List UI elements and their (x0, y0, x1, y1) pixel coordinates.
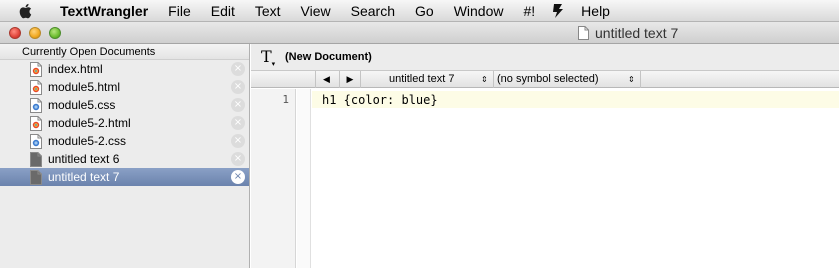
document-list-item[interactable]: module5.html × (0, 78, 249, 96)
close-document-icon[interactable]: × (231, 80, 245, 94)
document-list-item[interactable]: module5.css × (0, 96, 249, 114)
menu-help[interactable]: Help (571, 0, 620, 22)
menu-file[interactable]: File (158, 0, 201, 22)
symbol-popup-menu[interactable]: (no symbol selected) (497, 71, 599, 88)
close-document-icon[interactable]: × (231, 134, 245, 148)
document-name-label: module5-2.css (48, 134, 127, 148)
symbol-popup-arrows-icon[interactable]: ⇕ (628, 71, 635, 88)
menu-search[interactable]: Search (341, 0, 405, 22)
html-file-icon (30, 61, 42, 77)
apple-menu-icon[interactable] (18, 3, 46, 19)
css-file-icon (30, 97, 42, 113)
html-file-icon (30, 115, 42, 131)
app-menu[interactable]: TextWrangler (46, 0, 158, 22)
nav-forward-button[interactable]: ▶ (339, 71, 361, 88)
nav-divider (493, 71, 494, 88)
window-title-text: untitled text 7 (595, 25, 679, 41)
menu-shebang[interactable]: #! (513, 0, 545, 22)
navigation-bar: ◀ ▶ untitled text 7 ⇕ (no symbol selecte… (251, 71, 839, 88)
document-name-label: untitled text 7 (48, 170, 120, 184)
window-zoom-button[interactable] (49, 27, 61, 39)
document-name-label: untitled text 6 (48, 152, 120, 166)
document-name: (New Document) (285, 51, 372, 63)
menu-edit[interactable]: Edit (201, 0, 245, 22)
nav-divider (640, 71, 641, 88)
line-number-gutter: 1 (251, 89, 296, 268)
document-header: T▾ (New Document) (251, 44, 839, 71)
css-file-icon (30, 133, 42, 149)
document-name-label: module5.css (48, 98, 116, 112)
window-close-button[interactable] (9, 27, 21, 39)
document-list-item[interactable]: index.html × (0, 60, 249, 78)
close-document-icon[interactable]: × (231, 170, 245, 184)
open-documents-sidebar: Currently Open Documents index.html × modu… (0, 44, 250, 268)
file-popup-menu[interactable]: untitled text 7 (389, 71, 454, 88)
document-name-label: module5-2.html (48, 116, 131, 130)
document-list-item[interactable]: untitled text 7 × (0, 168, 249, 186)
sidebar-header: Currently Open Documents (0, 44, 249, 60)
nav-back-button[interactable]: ◀ (315, 71, 337, 88)
window-title-bar: untitled text 7 (0, 22, 839, 44)
menu-view[interactable]: View (291, 0, 341, 22)
line-number: 1 (282, 93, 289, 106)
document-list-item[interactable]: module5-2.css × (0, 132, 249, 150)
scripts-menu-icon[interactable] (545, 3, 571, 19)
html-file-icon (30, 79, 42, 95)
code-line[interactable]: h1 {color: blue} (322, 93, 438, 107)
text-file-icon (30, 169, 42, 185)
window-minimize-button[interactable] (29, 27, 41, 39)
document-name-label: index.html (48, 62, 103, 76)
text-editor[interactable]: h1 {color: blue} (312, 89, 839, 268)
document-icon (578, 26, 589, 40)
window-title: untitled text 7 (578, 25, 678, 41)
close-document-icon[interactable]: × (231, 152, 245, 166)
menu-bar: TextWrangler File Edit Text View Search … (0, 0, 839, 22)
document-list-item[interactable]: module5-2.html × (0, 114, 249, 132)
menu-window[interactable]: Window (444, 0, 514, 22)
file-popup-arrows-icon[interactable]: ⇕ (481, 71, 488, 88)
fold-gutter (297, 89, 311, 268)
document-list-item[interactable]: untitled text 6 × (0, 150, 249, 168)
text-file-icon (30, 151, 42, 167)
menu-go[interactable]: Go (405, 0, 444, 22)
menu-text[interactable]: Text (245, 0, 291, 22)
close-document-icon[interactable]: × (231, 98, 245, 112)
close-document-icon[interactable]: × (231, 116, 245, 130)
document-name-label: module5.html (48, 80, 121, 94)
text-tool-icon[interactable]: T▾ (261, 47, 283, 68)
close-document-icon[interactable]: × (231, 62, 245, 76)
document-list: index.html × module5.html × module5.css × modu… (0, 60, 249, 186)
